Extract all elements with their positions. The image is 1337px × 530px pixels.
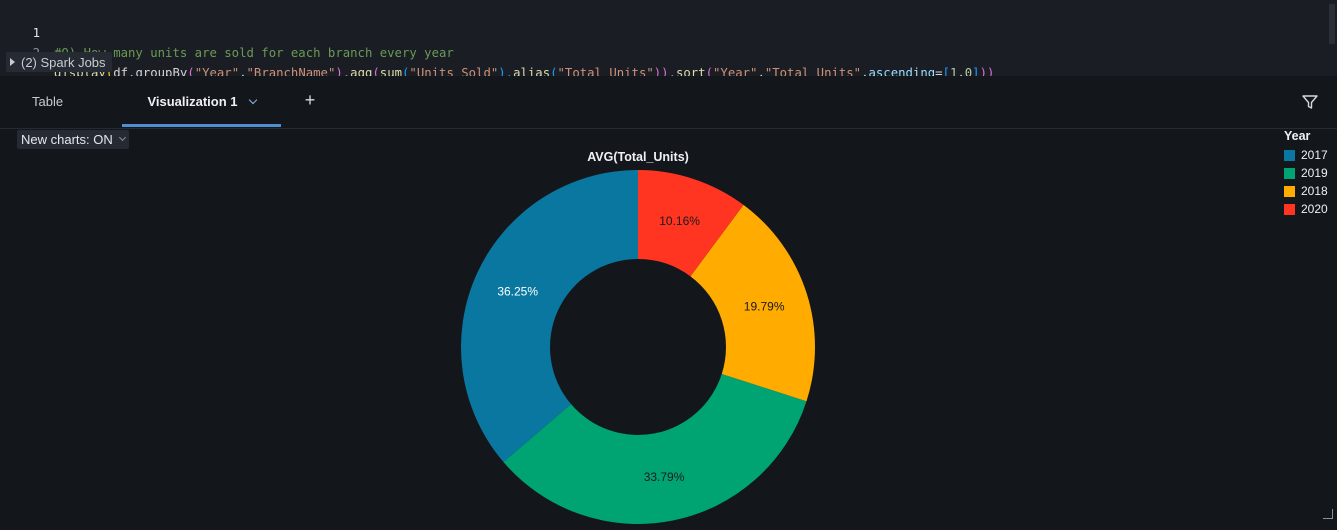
donut-slice-2017[interactable] <box>460 170 638 462</box>
slice-label-2019: 33.79% <box>644 470 685 484</box>
slice-label-2017: 36.25% <box>497 285 538 299</box>
legend-swatch <box>1284 149 1295 161</box>
legend-swatch <box>1284 185 1295 197</box>
chart-legend: Year 2017 2019 2018 2020 <box>1284 128 1328 218</box>
legend-item-2018[interactable]: 2018 <box>1284 182 1328 200</box>
slice-label-2020: 10.16% <box>659 214 700 228</box>
legend-item-2017[interactable]: 2017 <box>1284 146 1328 164</box>
legend-item-2019[interactable]: 2019 <box>1284 164 1328 182</box>
slice-label-2018: 19.79% <box>744 300 785 314</box>
legend-item-2020[interactable]: 2020 <box>1284 200 1328 218</box>
legend-swatch <box>1284 203 1295 215</box>
legend-swatch <box>1284 167 1295 179</box>
legend-label: 2017 <box>1301 148 1328 162</box>
legend-label: 2019 <box>1301 166 1328 180</box>
resize-handle-icon[interactable] <box>1323 509 1333 519</box>
donut-chart: 36.25% 33.79% 19.79% 10.16% <box>460 170 815 524</box>
legend-title: Year <box>1284 129 1311 143</box>
legend-label: 2020 <box>1301 202 1328 216</box>
legend-label: 2018 <box>1301 184 1328 198</box>
